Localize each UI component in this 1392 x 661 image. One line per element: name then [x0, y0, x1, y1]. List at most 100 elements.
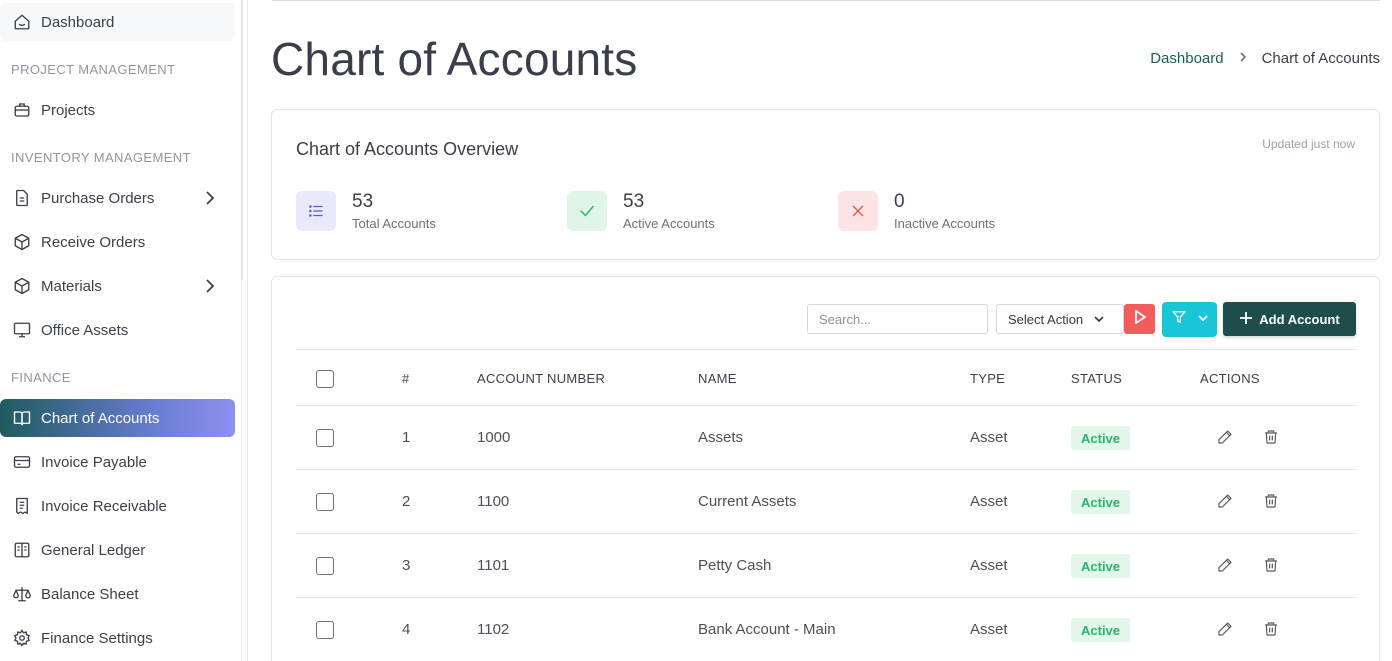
briefcase-icon	[11, 99, 33, 121]
list-icon	[296, 191, 336, 231]
pencil-icon[interactable]	[1217, 429, 1233, 450]
search-input[interactable]	[807, 304, 988, 334]
cell-name: Bank Account - Main	[698, 621, 836, 638]
status-badge: Active	[1071, 490, 1131, 514]
status-badge: Active	[1071, 554, 1131, 578]
cell-name: Petty Cash	[698, 557, 772, 574]
home-icon	[11, 11, 33, 33]
cell-index: 3	[402, 557, 411, 574]
sidebar-item-invoice-receivable[interactable]: Invoice Receivable	[0, 487, 235, 525]
sidebar-item-materials[interactable]: Materials	[0, 267, 235, 305]
select-action-label: Select Action	[1008, 311, 1084, 327]
sidebar-item-finance-settings[interactable]: Finance Settings	[0, 619, 235, 657]
breadcrumb: Dashboard Chart of Accounts	[1150, 50, 1380, 67]
section-title-project: PROJECT MANAGEMENT	[11, 62, 176, 77]
cell-index: 4	[402, 621, 411, 638]
sidebar-item-office-assets[interactable]: Office Assets	[0, 311, 235, 349]
breadcrumb-link-dashboard[interactable]: Dashboard	[1150, 50, 1223, 67]
cell-account-number: 1000	[477, 429, 511, 446]
sidebar-item-chart-of-accounts[interactable]: Chart of Accounts	[0, 399, 235, 437]
cell-index: 2	[402, 493, 411, 510]
scale-icon	[11, 583, 33, 605]
add-account-button[interactable]: Add Account	[1223, 302, 1356, 336]
column-header-status: STATUS	[1071, 371, 1123, 386]
stat-value: 53	[352, 191, 374, 212]
stat-total-accounts: 53 Total Accounts	[296, 190, 436, 232]
stat-label: Inactive Accounts	[894, 216, 996, 231]
sidebar-item-invoice-payable[interactable]: Invoice Payable	[0, 443, 235, 481]
plus-icon	[1239, 309, 1253, 329]
receipt-icon	[11, 495, 33, 517]
sidebar-item-label: General Ledger	[41, 541, 146, 559]
sidebar-item-label: Purchase Orders	[41, 189, 155, 207]
table-row: 4 1102 Bank Account - Main Asset Active	[296, 598, 1356, 661]
sidebar-item-label: Receive Orders	[41, 233, 146, 251]
trash-icon[interactable]	[1263, 620, 1279, 643]
chevron-right-icon	[203, 278, 217, 299]
cell-type: Asset	[970, 429, 1008, 446]
sidebar-item-label: Balance Sheet	[41, 585, 139, 603]
cell-type: Asset	[970, 557, 1008, 574]
breadcrumb-current: Chart of Accounts	[1261, 50, 1380, 67]
check-icon	[567, 191, 607, 231]
row-checkbox[interactable]	[316, 429, 334, 447]
sidebar: Dashboard PROJECT MANAGEMENT Projects IN…	[0, 0, 242, 661]
column-header-name: NAME	[698, 371, 737, 386]
row-checkbox[interactable]	[316, 557, 334, 575]
select-all-checkbox[interactable]	[316, 370, 334, 388]
sidebar-item-general-ledger[interactable]: General Ledger	[0, 531, 235, 569]
filter-button[interactable]	[1162, 302, 1217, 337]
box-icon	[11, 231, 33, 253]
trash-icon[interactable]	[1263, 492, 1279, 515]
cell-index: 1	[402, 429, 411, 446]
add-account-label: Add Account	[1259, 311, 1340, 327]
column-header-index: #	[402, 371, 410, 386]
document-icon	[11, 187, 33, 209]
pencil-icon[interactable]	[1217, 493, 1233, 514]
run-action-button[interactable]	[1124, 304, 1155, 334]
overview-card: Chart of Accounts Overview Updated just …	[271, 109, 1380, 260]
select-action-dropdown[interactable]: Select Action	[996, 304, 1124, 334]
row-checkbox[interactable]	[316, 493, 334, 511]
trash-icon[interactable]	[1263, 556, 1279, 579]
column-header-actions: ACTIONS	[1200, 371, 1260, 386]
cell-name: Assets	[698, 429, 744, 446]
ledger-icon	[11, 539, 33, 561]
page-title: Chart of Accounts	[271, 33, 638, 85]
sidebar-item-receive-orders[interactable]: Receive Orders	[0, 223, 235, 261]
gear-icon	[11, 627, 33, 649]
sidebar-item-dashboard[interactable]: Dashboard	[0, 3, 235, 41]
sidebar-item-purchase-orders[interactable]: Purchase Orders	[0, 179, 235, 217]
sidebar-item-projects[interactable]: Projects	[0, 91, 235, 129]
trash-icon[interactable]	[1263, 428, 1279, 451]
sidebar-item-label: Dashboard	[41, 13, 115, 31]
sidebar-item-balance-sheet[interactable]: Balance Sheet	[0, 575, 235, 613]
chevron-down-icon	[1093, 313, 1105, 328]
pencil-icon[interactable]	[1217, 557, 1233, 578]
chevron-right-icon	[203, 190, 217, 211]
accounts-table-card: Select Action Add Account # ACCOUNT NUMB…	[271, 276, 1380, 661]
pencil-icon[interactable]	[1217, 621, 1233, 642]
play-icon	[1132, 309, 1148, 330]
cell-account-number: 1100	[477, 493, 510, 510]
header-divider	[272, 0, 1380, 1]
sidebar-item-label: Invoice Payable	[41, 453, 147, 471]
credit-card-icon	[11, 451, 33, 473]
status-badge: Active	[1071, 426, 1131, 450]
cell-type: Asset	[970, 621, 1008, 638]
cube-icon	[11, 275, 33, 297]
stat-value: 0	[894, 191, 905, 212]
monitor-icon	[11, 319, 33, 341]
chevron-down-icon	[1197, 311, 1209, 329]
x-icon	[838, 191, 878, 231]
chevron-right-icon	[1238, 50, 1248, 67]
column-header-account-number: ACCOUNT NUMBER	[477, 371, 606, 386]
book-open-icon	[11, 407, 33, 429]
sidebar-scroll-track	[242, 0, 248, 661]
row-checkbox[interactable]	[316, 621, 334, 639]
sidebar-item-label: Projects	[41, 101, 96, 119]
table-row: 2 1100 Current Assets Asset Active	[296, 470, 1356, 534]
stat-active-accounts: 53 Active Accounts	[567, 190, 715, 232]
sidebar-item-label: Chart of Accounts	[41, 409, 160, 427]
updated-timestamp: Updated just now	[1262, 137, 1355, 151]
